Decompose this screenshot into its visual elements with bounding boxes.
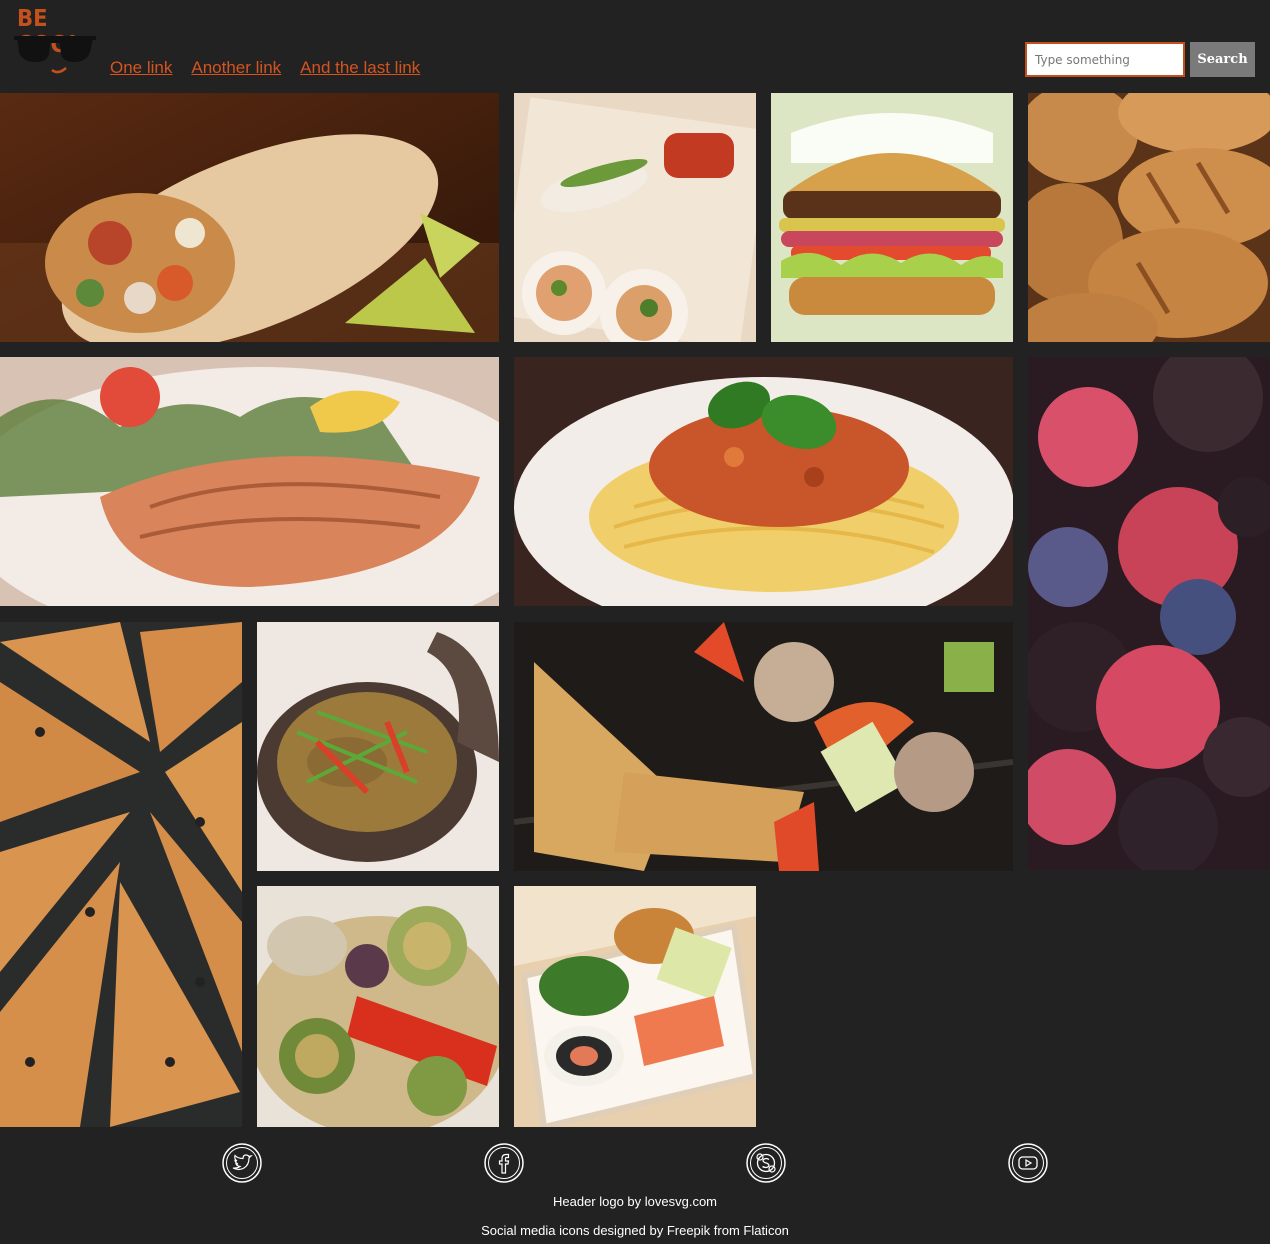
skype-icon[interactable] bbox=[746, 1143, 786, 1183]
search-button[interactable]: Search bbox=[1190, 42, 1255, 77]
gallery-image-sushi[interactable] bbox=[514, 886, 756, 1127]
gallery-image-bread[interactable] bbox=[1028, 93, 1270, 342]
gallery-image-burrito[interactable] bbox=[0, 93, 499, 342]
youtube-icon[interactable] bbox=[1008, 1143, 1048, 1183]
search-input[interactable] bbox=[1025, 42, 1185, 77]
nav-link-last[interactable]: And the last link bbox=[300, 58, 420, 78]
gallery-image-skewers[interactable] bbox=[514, 622, 1013, 871]
gallery-image-spaghetti[interactable] bbox=[514, 357, 1013, 606]
credit-icons: Social media icons designed by Freepik f… bbox=[481, 1223, 789, 1238]
gallery-image-salmon[interactable] bbox=[0, 357, 499, 606]
gallery-image-berries[interactable] bbox=[1028, 357, 1270, 870]
twitter-icon[interactable] bbox=[222, 1143, 262, 1183]
gallery-image-pizza[interactable] bbox=[0, 622, 242, 1127]
gallery-image-curry[interactable] bbox=[257, 622, 499, 871]
nav-link-one[interactable]: One link bbox=[110, 58, 172, 78]
site-header: BE COOL One link Another link And the la… bbox=[0, 0, 1270, 93]
gallery-image-spring-rolls[interactable] bbox=[514, 93, 756, 342]
facebook-icon[interactable] bbox=[484, 1143, 524, 1183]
gallery-image-roasted-vegetables[interactable] bbox=[257, 886, 499, 1127]
main-nav: One link Another link And the last link bbox=[110, 58, 420, 78]
sunglasses-icon bbox=[14, 36, 96, 74]
nav-link-another[interactable]: Another link bbox=[191, 58, 281, 78]
credit-logo: Header logo by lovesvg.com bbox=[552, 1194, 718, 1209]
gallery-image-burger[interactable] bbox=[771, 93, 1013, 342]
site-logo[interactable]: BE COOL bbox=[14, 6, 98, 76]
